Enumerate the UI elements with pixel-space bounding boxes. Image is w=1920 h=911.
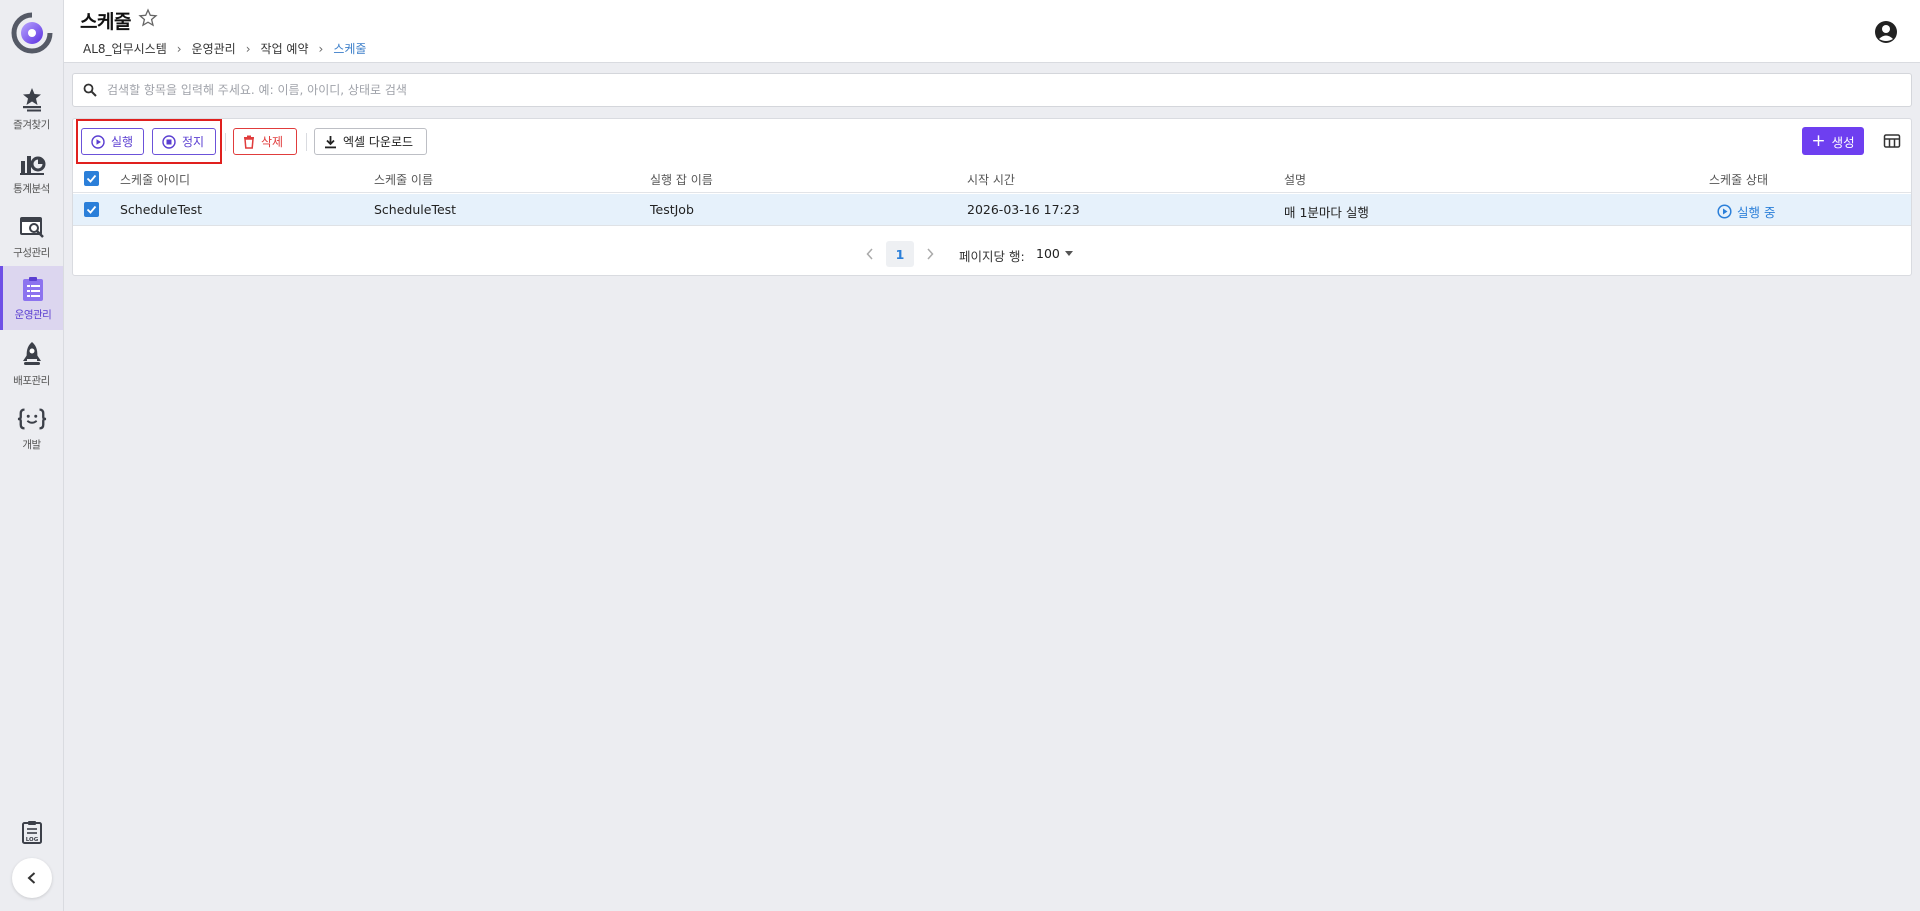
breadcrumb-current: 스케줄 xyxy=(333,42,367,56)
configuration-icon xyxy=(17,212,47,242)
sidebar-item-label: 통계분석 xyxy=(13,183,50,195)
code-braces-icon xyxy=(17,404,47,434)
sidebar-item-operations[interactable]: 운영관리 xyxy=(0,266,63,330)
caret-down-icon[interactable] xyxy=(1065,251,1073,256)
schedule-panel: 실행 정지 삭제 엑셀 다운로드 + 생성 스케줄 아이디 스케줄 이름 실행 … xyxy=(72,118,1912,276)
check-icon xyxy=(86,205,97,214)
excel-download-button[interactable]: 엑셀 다운로드 xyxy=(314,128,427,155)
cell-job-name: TestJob xyxy=(650,202,694,217)
toolbar-divider xyxy=(306,133,307,151)
chevron-right-icon: › xyxy=(176,41,182,56)
sidebar-item-label: 즐겨찾기 xyxy=(13,119,50,131)
search-input[interactable] xyxy=(107,83,1911,97)
select-all-checkbox[interactable] xyxy=(84,171,99,186)
delete-button[interactable]: 삭제 xyxy=(233,128,297,155)
status-badge[interactable]: 실행 중 xyxy=(1717,202,1775,221)
operations-icon xyxy=(18,274,48,304)
stop-circle-icon xyxy=(162,134,176,149)
favorite-star-icon[interactable] xyxy=(138,8,158,28)
chevron-right-icon: › xyxy=(245,41,251,56)
page-header: 스케줄 AL8_업무시스템 › 운영관리 › 작업 예약 › 스케줄 xyxy=(64,0,1920,63)
check-icon xyxy=(86,174,97,183)
sidebar-item-development[interactable]: 개발 xyxy=(0,396,63,460)
delete-button-label: 삭제 xyxy=(261,135,284,149)
breadcrumb: AL8_업무시스템 › 운영관리 › 작업 예약 › 스케줄 xyxy=(83,40,366,57)
column-header[interactable]: 스케줄 상태 xyxy=(1709,171,1768,188)
page-title: 스케줄 xyxy=(80,11,131,33)
create-button[interactable]: + 생성 xyxy=(1802,127,1864,155)
status-label: 실행 중 xyxy=(1737,205,1776,220)
stop-button-label: 정지 xyxy=(182,135,205,149)
svg-text:LOG: LOG xyxy=(26,837,39,843)
column-header[interactable]: 시작 시간 xyxy=(967,171,1015,188)
breadcrumb-item[interactable]: AL8_업무시스템 xyxy=(83,40,167,57)
sidebar-item-deployment[interactable]: 배포관리 xyxy=(0,332,63,396)
user-profile-icon[interactable] xyxy=(1874,20,1898,44)
search-icon xyxy=(83,83,97,97)
breadcrumb-item[interactable]: 운영관리 xyxy=(192,40,236,57)
chevron-left-icon xyxy=(27,872,36,884)
chevron-right-icon xyxy=(927,248,934,260)
page-number[interactable]: 1 xyxy=(886,241,914,267)
sidebar-item-label: 배포관리 xyxy=(13,375,50,387)
column-header[interactable]: 실행 잡 이름 xyxy=(650,171,713,188)
sidebar-item-label: 구성관리 xyxy=(13,247,50,259)
toolbar-divider xyxy=(225,133,226,151)
cell-schedule-id: ScheduleTest xyxy=(120,202,203,217)
sidebar-item-statistics[interactable]: 통계분석 xyxy=(0,140,63,204)
download-icon xyxy=(325,135,336,148)
rows-per-page-label: 페이지당 행: xyxy=(959,249,1025,264)
sidebar-collapse-button[interactable] xyxy=(12,858,52,898)
trash-icon xyxy=(244,135,254,149)
favorites-icon xyxy=(17,84,47,114)
row-checkbox[interactable] xyxy=(84,202,99,217)
sidebar-item-favorites[interactable]: 즐겨찾기 xyxy=(0,76,63,140)
statistics-icon xyxy=(17,148,47,178)
cell-description: 매 1분마다 실행 xyxy=(1284,205,1369,220)
rows-per-page-select[interactable]: 100 xyxy=(1036,246,1060,261)
table-row[interactable]: ScheduleTest ScheduleTest TestJob 2026-0… xyxy=(73,194,1911,226)
sidebar-item-configuration[interactable]: 구성관리 xyxy=(0,204,63,268)
run-button[interactable]: 실행 xyxy=(81,128,144,155)
chevron-right-icon: › xyxy=(318,41,324,56)
column-header[interactable]: 스케줄 아이디 xyxy=(120,171,190,188)
cell-schedule-name: ScheduleTest xyxy=(374,202,457,217)
chevron-left-icon xyxy=(866,248,873,260)
stop-button[interactable]: 정지 xyxy=(152,128,216,155)
create-button-label: 생성 xyxy=(1831,134,1855,150)
plus-icon: + xyxy=(1811,130,1826,151)
column-settings-icon[interactable] xyxy=(1883,132,1901,150)
play-circle-icon xyxy=(91,134,105,149)
prev-page-button[interactable] xyxy=(864,246,876,262)
excel-download-label: 엑셀 다운로드 xyxy=(343,135,414,149)
search-bar xyxy=(72,73,1912,107)
rocket-icon xyxy=(17,340,47,370)
next-page-button[interactable] xyxy=(924,246,936,262)
column-header[interactable]: 스케줄 이름 xyxy=(374,171,433,188)
cell-start-time: 2026-03-16 17:23 xyxy=(967,202,1080,217)
play-circle-icon xyxy=(1717,204,1732,219)
app-logo[interactable] xyxy=(11,11,54,54)
breadcrumb-item[interactable]: 작업 예약 xyxy=(261,40,309,57)
column-header[interactable]: 설명 xyxy=(1284,171,1306,188)
sidebar-item-label: 운영관리 xyxy=(14,309,52,321)
pagination: 1 페이지당 행: 100 xyxy=(73,241,1911,267)
sidebar-item-label: 개발 xyxy=(22,439,41,451)
sidebar: 즐겨찾기 통계분석 구성관리 운영관리 배포관리 개발 LOG xyxy=(0,0,64,911)
run-button-label: 실행 xyxy=(111,135,134,149)
table-header: 스케줄 아이디 스케줄 이름 실행 잡 이름 시작 시간 설명 스케줄 상태 xyxy=(73,165,1911,193)
log-icon[interactable]: LOG xyxy=(18,818,46,846)
